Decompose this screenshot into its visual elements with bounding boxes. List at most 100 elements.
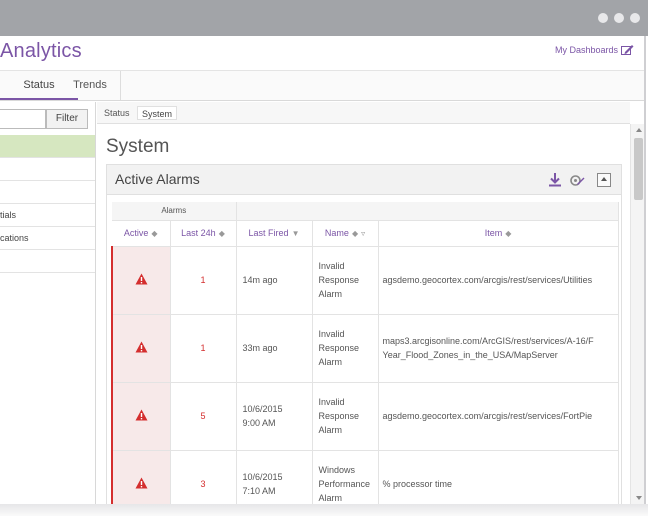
alarm-item-line: maps3.arcgisonline.com/ArcGIS/rest/servi… xyxy=(382,336,594,346)
collapse-icon[interactable] xyxy=(597,173,611,187)
filter-button[interactable]: Filter xyxy=(46,109,88,129)
last-fired-cell: 14m ago xyxy=(236,246,313,315)
scrollbar-thumb[interactable] xyxy=(634,138,643,200)
alarm-name-cell: Invalid Response Alarm xyxy=(312,382,379,451)
alarm-name-cell: Invalid Response Alarm xyxy=(312,246,379,315)
warning-triangle-icon xyxy=(135,273,148,285)
my-dashboards-link[interactable]: My Dashboards xyxy=(555,44,634,55)
alarms-group-header: Alarms xyxy=(112,202,237,221)
sidebar-item-selected[interactable] xyxy=(0,135,95,158)
column-active[interactable]: Active ◆ xyxy=(112,220,171,247)
column-last24h[interactable]: Last 24h ◆ xyxy=(170,220,237,247)
alarm-item-line: Year_Flood_Zones_in_the_USA/MapServer xyxy=(382,350,558,360)
alarm-item-cell: agsdemo.geocortex.com/arcgis/rest/servic… xyxy=(378,382,619,451)
alarm-item-line: % processor time xyxy=(382,479,453,489)
last-fired-value: 14m ago xyxy=(242,275,278,285)
active-alarms-panel: Active Alarms Alarms Active ◆ Last 24h ◆… xyxy=(106,164,622,504)
alarm-name-line: Invalid xyxy=(318,261,345,271)
last-fired-value: 10/6/2015 xyxy=(242,404,283,414)
tab-trends[interactable]: Trends xyxy=(70,71,110,100)
alarm-name-line: Alarm xyxy=(318,425,343,435)
active-alert-cell xyxy=(111,314,171,383)
alarms-table: Alarms Active ◆ Last 24h ◆ Last Fired ▼ Nam… xyxy=(111,202,619,504)
breadcrumb-status[interactable]: Status xyxy=(104,102,130,124)
panel-header: Active Alarms xyxy=(107,165,621,195)
last-fired-value: 9:00 AM xyxy=(242,418,276,428)
alarm-item-cell: % processor time xyxy=(378,450,619,504)
table-row[interactable]: 1 14m ago Invalid Response Alarm agsdemo.g… xyxy=(111,246,619,315)
active-alert-cell xyxy=(111,382,171,451)
sort-desc-icon[interactable]: ▼ xyxy=(292,229,300,238)
last-fired-value: 33m ago xyxy=(242,343,278,353)
last-fired-cell: 10/6/2015 7:10 AM xyxy=(236,450,313,504)
sidebar-item[interactable] xyxy=(0,158,95,181)
last24h-count: 1 xyxy=(170,246,237,315)
sort-icon[interactable]: ◆ xyxy=(219,229,225,238)
alarm-name-line: Alarm xyxy=(318,493,343,503)
edit-gear-icon[interactable] xyxy=(569,172,585,188)
panel-title: Active Alarms xyxy=(115,171,200,187)
alarm-name-line: Performance xyxy=(318,479,371,489)
column-active-label: Active xyxy=(123,228,149,238)
column-item[interactable]: Item ◆ xyxy=(378,220,619,247)
alarm-name-line: Windows xyxy=(318,465,356,475)
window-dot-1[interactable] xyxy=(598,13,608,23)
vertical-scrollbar[interactable] xyxy=(630,124,644,504)
alarm-name-line: Response xyxy=(318,343,360,353)
sidebar-item[interactable] xyxy=(0,181,95,204)
breadcrumb: Status System xyxy=(97,102,630,124)
group-header-blank xyxy=(236,202,619,221)
filter-input[interactable] xyxy=(0,109,46,129)
last-fired-cell: 10/6/2015 9:00 AM xyxy=(236,382,313,451)
breadcrumb-current: System xyxy=(137,106,178,120)
table-row[interactable]: 5 10/6/2015 9:00 AM Invalid Response Alarm … xyxy=(111,382,619,451)
alarm-name-line: Response xyxy=(318,275,360,285)
window-titlebar xyxy=(0,0,648,36)
window-dot-2[interactable] xyxy=(614,13,624,23)
alarm-name-line: Alarm xyxy=(318,289,343,299)
column-last24h-label: Last 24h xyxy=(181,228,216,238)
warning-triangle-icon xyxy=(135,477,148,489)
filter-funnel-icon[interactable]: ▿ xyxy=(361,229,365,238)
column-last-fired-label: Last Fired xyxy=(248,228,289,238)
last24h-count: 5 xyxy=(170,382,237,451)
active-alert-cell xyxy=(111,450,171,504)
column-last-fired[interactable]: Last Fired ▼ xyxy=(236,220,313,247)
column-name-label: Name xyxy=(324,228,349,238)
warning-triangle-icon xyxy=(135,409,148,421)
app-title: Analytics xyxy=(0,40,82,62)
alarm-name-line: Response xyxy=(318,411,360,421)
sidebar: Filter tials cations xyxy=(0,102,96,504)
main-tabs: Status Trends xyxy=(0,71,644,101)
alarm-name-cell: Windows Performance Alarm xyxy=(312,450,379,504)
column-item-label: Item xyxy=(484,228,503,238)
table-row[interactable]: 3 10/6/2015 7:10 AM Windows Performance Ala… xyxy=(111,450,619,504)
sidebar-item-credentials[interactable]: tials xyxy=(0,204,95,227)
alarm-name-line: Alarm xyxy=(318,357,343,367)
sidebar-item[interactable] xyxy=(0,250,95,273)
download-icon[interactable] xyxy=(547,172,563,188)
window-dot-3[interactable] xyxy=(630,13,640,23)
sidebar-list: tials cations xyxy=(0,135,95,273)
sidebar-item-applications[interactable]: cations xyxy=(0,227,95,250)
last24h-count: 3 xyxy=(170,450,237,504)
tab-status[interactable]: Status xyxy=(0,71,78,100)
sort-icon[interactable]: ◆ xyxy=(151,229,157,238)
table-row[interactable]: 1 33m ago Invalid Response Alarm maps3.arc… xyxy=(111,314,619,383)
alarm-item-cell: agsdemo.geocortex.com/arcgis/rest/servic… xyxy=(378,246,619,315)
app-window: Analytics My Dashboards Status Trends Fi… xyxy=(0,36,646,504)
window-controls xyxy=(598,13,640,23)
last-fired-value: 7:10 AM xyxy=(242,486,276,496)
my-dashboards-label: My Dashboards xyxy=(554,44,618,55)
window-bottom-edge xyxy=(0,504,648,516)
warning-triangle-icon xyxy=(135,341,148,353)
alarm-name-line: Invalid xyxy=(318,329,345,339)
last24h-count: 1 xyxy=(170,314,237,383)
scroll-down-icon[interactable] xyxy=(636,496,642,500)
sort-icon[interactable]: ◆ xyxy=(352,229,358,238)
column-name[interactable]: Name ◆ ▿ xyxy=(312,220,379,247)
sort-icon[interactable]: ◆ xyxy=(505,229,511,238)
alarm-item-line: agsdemo.geocortex.com/arcgis/rest/servic… xyxy=(382,411,593,421)
alarm-item-cell: maps3.arcgisonline.com/ArcGIS/rest/servi… xyxy=(378,314,619,383)
scroll-up-icon[interactable] xyxy=(636,128,642,132)
